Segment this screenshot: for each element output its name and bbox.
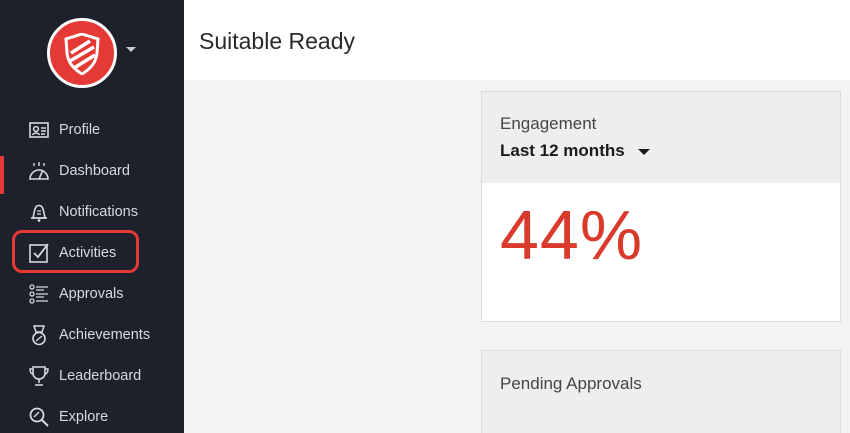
- engagement-label: Engagement: [500, 114, 597, 133]
- account-dropdown-caret[interactable]: [126, 47, 136, 52]
- page-title: Suitable Ready: [199, 28, 355, 54]
- time-range-dropdown[interactable]: Last 12 months: [500, 141, 625, 161]
- shield-logo-icon: [64, 33, 100, 75]
- chevron-down-icon[interactable]: [638, 149, 650, 155]
- logo-badge[interactable]: [47, 18, 117, 88]
- profile-card-icon: [28, 119, 50, 141]
- sidebar-item-explore[interactable]: Explore: [0, 400, 184, 433]
- checklist-icon: [28, 283, 50, 305]
- engagement-value: 44%: [500, 196, 644, 274]
- dashboard-icon: [28, 160, 50, 182]
- bell-icon: [28, 201, 50, 223]
- sidebar-item-dashboard[interactable]: Dashboard: [0, 154, 184, 194]
- explore-search-icon: [28, 406, 50, 428]
- sidebar-item-label: Achievements: [59, 327, 151, 343]
- activities-highlight-ring: [12, 230, 139, 273]
- engagement-card: Engagement Last 12 months 44%: [481, 91, 841, 322]
- top-bar: Suitable Ready: [184, 0, 850, 80]
- sidebar-item-label: Leaderboard: [59, 368, 142, 384]
- engagement-card-header: Engagement Last 12 months: [482, 92, 840, 183]
- pending-approvals-card: Pending Approvals: [481, 350, 841, 433]
- pending-approvals-label: Pending Approvals: [500, 374, 642, 393]
- sidebar-item-achievements[interactable]: Achievements: [0, 318, 184, 352]
- sidebar-item-label: Explore: [59, 409, 109, 425]
- medal-icon: [28, 324, 50, 346]
- sidebar-item-label: Approvals: [59, 286, 124, 302]
- trophy-icon: [28, 365, 50, 387]
- sidebar-item-label: Notifications: [59, 204, 138, 220]
- sidebar: Profile Dashboard Notifications Activiti…: [0, 0, 184, 433]
- sidebar-item-notifications[interactable]: Notifications: [0, 195, 184, 229]
- sidebar-item-profile[interactable]: Profile: [0, 113, 184, 147]
- sidebar-item-approvals[interactable]: Approvals: [0, 277, 184, 311]
- sidebar-item-label: Profile: [59, 122, 101, 138]
- sidebar-item-leaderboard[interactable]: Leaderboard: [0, 359, 184, 393]
- sidebar-item-label: Dashboard: [59, 163, 130, 179]
